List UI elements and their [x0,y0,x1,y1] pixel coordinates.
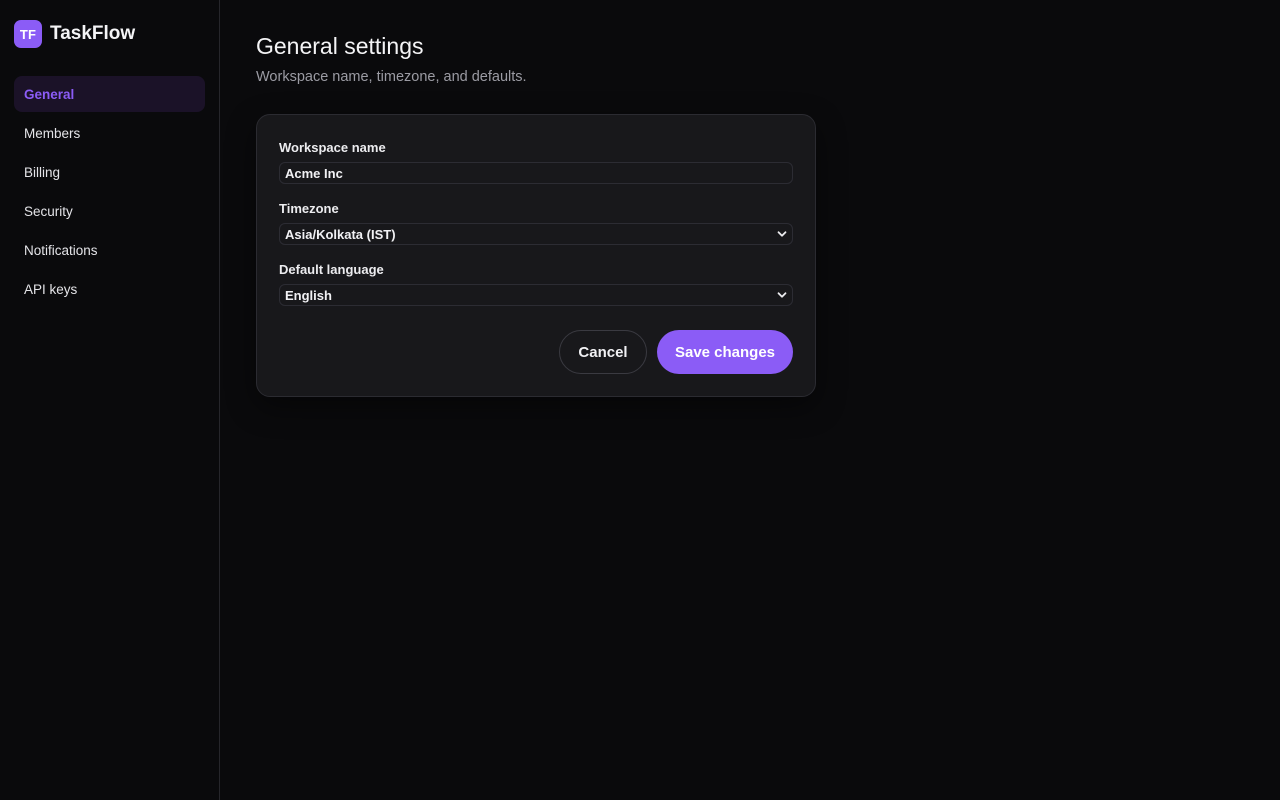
sidebar-item-api-keys[interactable]: API keys [14,271,205,307]
sidebar: TF TaskFlow General Members Billing Secu… [0,0,220,800]
save-changes-button[interactable]: Save changes [657,330,793,374]
chevron-down-icon [777,292,787,298]
sidebar-item-security[interactable]: Security [14,193,205,229]
timezone-select[interactable]: Asia/Kolkata (IST) [279,223,793,245]
app-root: TF TaskFlow General Members Billing Secu… [0,0,1280,800]
timezone-select-value: Asia/Kolkata (IST) [285,226,396,242]
sidebar-nav: General Members Billing Security Notific… [14,76,205,307]
page-subtitle: Workspace name, timezone, and defaults. [256,69,527,85]
cancel-button[interactable]: Cancel [559,330,647,374]
page-title: General settings [256,33,424,59]
workspace-name-field: Workspace name [279,140,793,184]
brand[interactable]: TF TaskFlow [14,20,205,48]
workspace-name-input[interactable] [279,162,793,184]
timezone-label: Timezone [279,201,339,216]
settings-card: Workspace name Timezone Asia/Kolkata (IS… [256,114,816,397]
form-actions: Cancel Save changes [279,330,793,374]
brand-name: TaskFlow [50,23,136,44]
main-content: General settings Workspace name, timezon… [220,0,1280,800]
language-select-value: English [285,287,332,303]
language-label: Default language [279,262,384,277]
sidebar-item-notifications[interactable]: Notifications [14,232,205,268]
language-field: Default language English [279,262,793,306]
sidebar-item-billing[interactable]: Billing [14,154,205,190]
chevron-down-icon [777,231,787,237]
sidebar-item-members[interactable]: Members [14,115,205,151]
brand-logo: TF [14,20,42,48]
language-select[interactable]: English [279,284,793,306]
timezone-field: Timezone Asia/Kolkata (IST) [279,201,793,245]
sidebar-item-general[interactable]: General [14,76,205,112]
workspace-name-label: Workspace name [279,140,386,155]
